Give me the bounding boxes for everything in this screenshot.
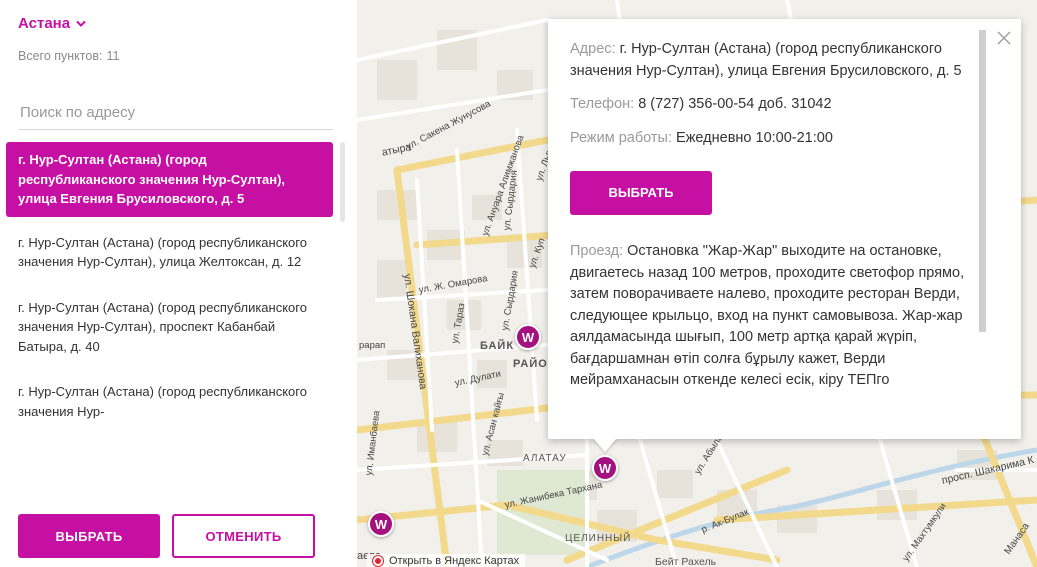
balloon-phone: Телефон: 8 (727) 356-00-54 доб. 31042 <box>570 94 970 116</box>
list-item-selected[interactable]: г. Нур-Султан (Астана) (город республика… <box>6 142 333 217</box>
phone-label: Телефон: <box>570 96 635 112</box>
balloon-select-button[interactable]: ВЫБРАТЬ <box>570 171 712 215</box>
cancel-button[interactable]: ОТМЕНИТЬ <box>172 514 315 558</box>
area-label: БАЙК <box>480 340 515 352</box>
list-scrollbar[interactable] <box>340 142 345 222</box>
yandex-maps-link-label: Открыть в Яндекс Картах <box>389 555 520 567</box>
select-button[interactable]: ВЫБРАТЬ <box>18 514 160 558</box>
pickup-point-pin[interactable]: W <box>515 324 541 350</box>
pickup-point-pin-active[interactable]: W <box>592 455 618 481</box>
area-label: Бейт Рахель <box>655 556 717 567</box>
pickup-point-pin[interactable]: W <box>368 511 394 537</box>
close-icon[interactable] <box>995 29 1013 47</box>
street-label: рарап <box>359 340 386 351</box>
area-label: ЦЕЛИННЫЙ <box>565 533 632 544</box>
address-value: г. Нур-Султан (Астана) (город республика… <box>570 41 962 79</box>
area-label: РАЙО <box>513 358 548 370</box>
pickup-points-sidebar: Астана Всего пунктов:11 г. Нур-Султан (А… <box>0 0 357 567</box>
balloon-hours: Режим работы: Ежедневно 10:00-21:00 <box>570 128 970 150</box>
pickup-points-list: г. Нур-Султан (Астана) (город республика… <box>6 142 333 502</box>
balloon-content: Адрес: г. Нур-Султан (Астана) (город рес… <box>570 39 970 431</box>
route-label: Проезд: <box>570 243 624 259</box>
total-points-count: 11 <box>106 49 120 63</box>
yandex-maps-icon <box>373 556 383 566</box>
address-search-input[interactable] <box>18 96 333 130</box>
phone-value: 8 (727) 356-00-54 доб. 31042 <box>638 96 832 112</box>
total-points: Всего пунктов: 11 <box>18 49 119 63</box>
list-item[interactable]: г. Нур-Султан (Астана) (город республика… <box>6 374 333 431</box>
balloon-pointer <box>593 438 617 452</box>
pickup-point-balloon: Адрес: г. Нур-Султан (Астана) (город рес… <box>548 19 1021 439</box>
city-selector[interactable]: Астана <box>18 15 86 32</box>
route-value: Остановка "Жар-Жар" выходите на остановк… <box>570 243 965 388</box>
list-item[interactable]: г. Нур-Султан (Астана) (город республика… <box>6 225 333 282</box>
balloon-route: Проезд: Остановка "Жар-Жар" выходите на … <box>570 241 970 392</box>
address-label: Адрес: <box>570 41 616 57</box>
open-in-yandex-maps-link[interactable]: Открыть в Яндекс Картах <box>367 554 526 567</box>
hours-label: Режим работы: <box>570 129 673 146</box>
area-label: АЛАТАУ <box>523 453 567 464</box>
city-name: Астана <box>18 15 71 32</box>
list-item[interactable]: г. Нур-Султан (Астана) (город республика… <box>6 290 333 367</box>
hours-value: Ежедневно 10:00-21:00 <box>676 129 833 146</box>
balloon-scrollbar[interactable] <box>979 30 986 332</box>
total-points-label: Всего пунктов: <box>18 49 103 63</box>
chevron-down-icon <box>76 20 86 27</box>
balloon-address: Адрес: г. Нур-Султан (Астана) (город рес… <box>570 39 970 82</box>
